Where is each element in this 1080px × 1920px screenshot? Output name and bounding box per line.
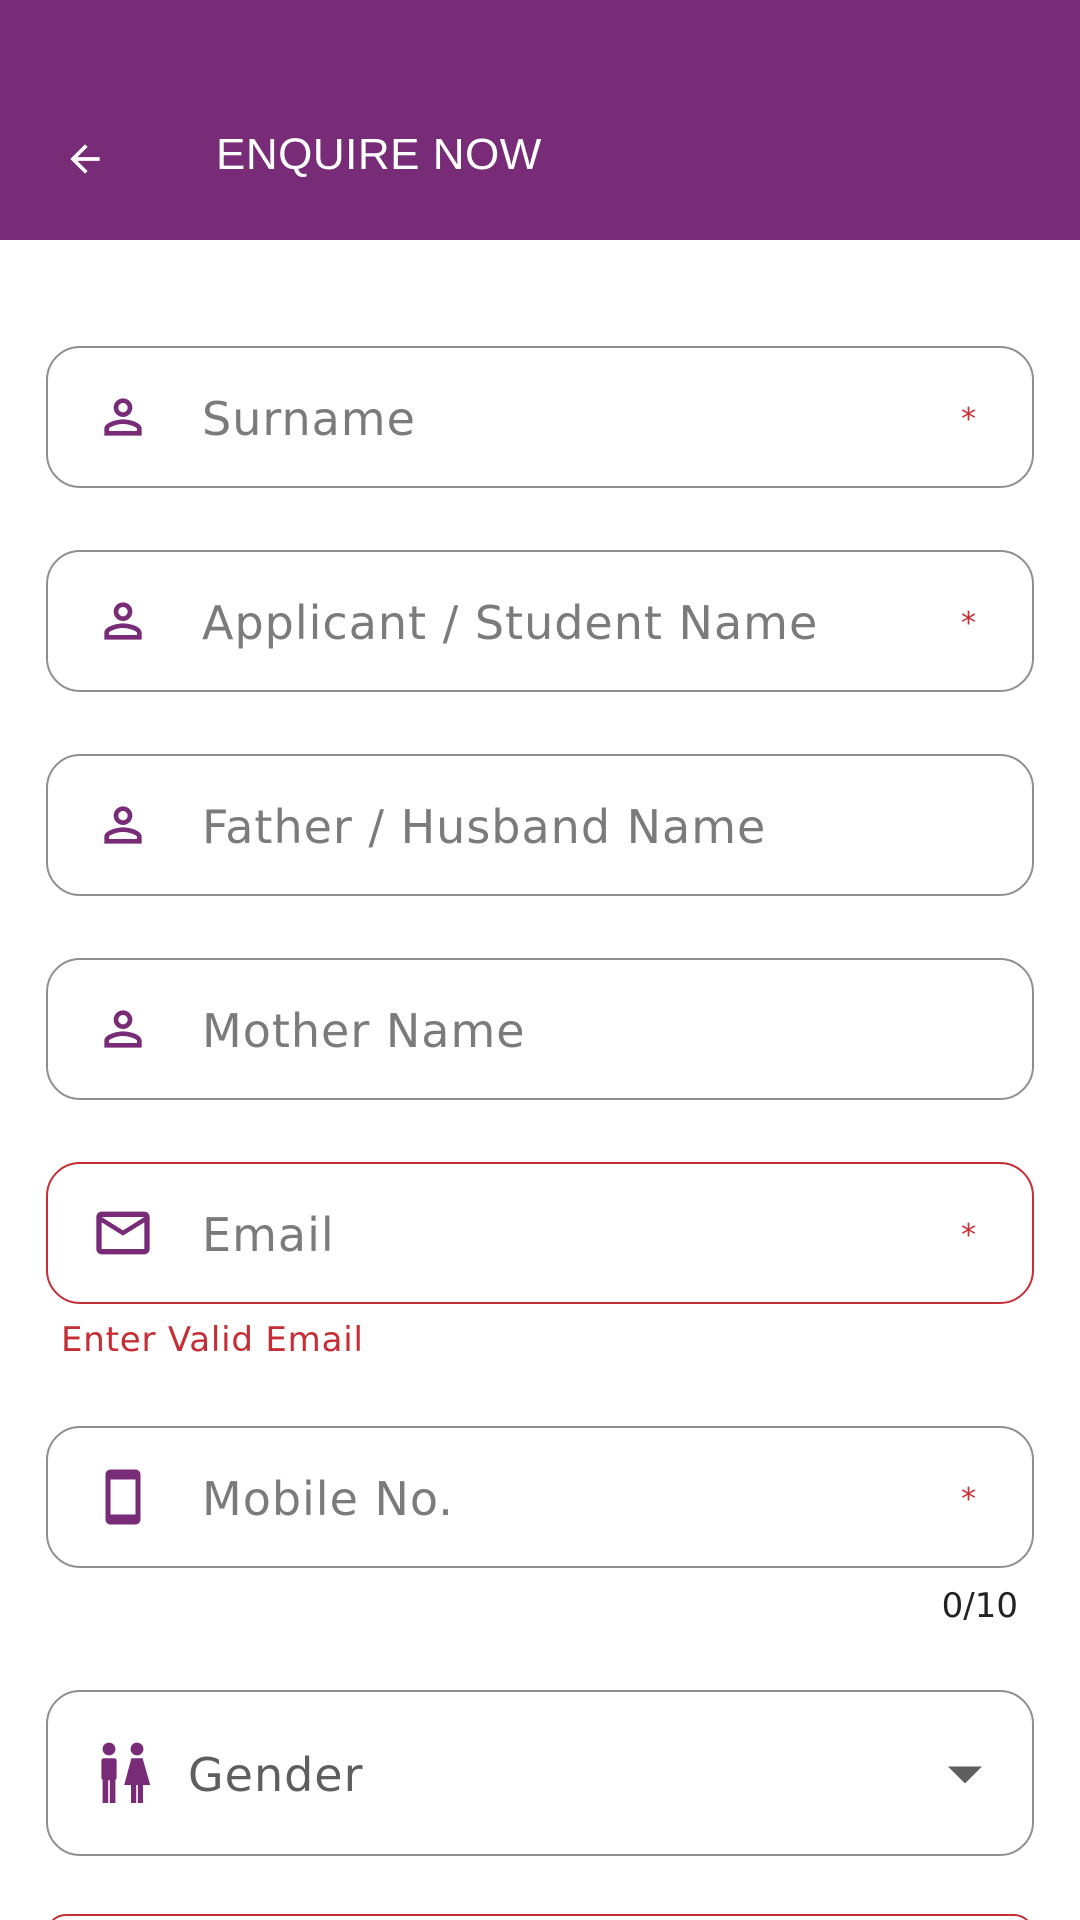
email-placeholder: Email <box>202 1208 335 1262</box>
surname-field[interactable]: Surname * <box>46 346 1034 488</box>
person-icon <box>90 384 156 450</box>
page-title: ENQUIRE NOW <box>216 130 542 179</box>
gender-dropdown[interactable]: Gender <box>46 1690 1034 1856</box>
required-mark: * <box>961 402 976 437</box>
back-button[interactable] <box>50 124 120 194</box>
email-error-text: Enter Valid Email <box>61 1320 364 1360</box>
person-icon <box>90 792 156 858</box>
applicant-name-field[interactable]: Applicant / Student Name * <box>46 550 1034 692</box>
gender-icon <box>90 1740 156 1806</box>
father-name-field[interactable]: Father / Husband Name <box>46 754 1034 896</box>
arrow-back-icon <box>70 144 100 174</box>
mobile-field[interactable]: Mobile No. * <box>46 1426 1034 1568</box>
required-mark: * <box>961 606 976 641</box>
person-icon <box>90 588 156 654</box>
mother-name-field[interactable]: Mother Name <box>46 958 1034 1100</box>
mail-icon <box>90 1200 156 1266</box>
person-icon <box>90 996 156 1062</box>
dropdown-arrow-icon <box>948 1766 982 1784</box>
mobile-placeholder: Mobile No. <box>202 1472 454 1526</box>
mother-name-placeholder: Mother Name <box>202 1004 526 1058</box>
surname-placeholder: Surname <box>202 392 416 446</box>
next-field-partial[interactable] <box>46 1914 1034 1920</box>
phone-icon <box>90 1464 156 1530</box>
email-field[interactable]: Email * <box>46 1162 1034 1304</box>
gender-placeholder: Gender <box>188 1748 364 1802</box>
required-mark: * <box>961 1218 976 1253</box>
required-mark: * <box>961 1482 976 1517</box>
father-name-placeholder: Father / Husband Name <box>202 800 767 854</box>
mobile-char-counter: 0/10 <box>941 1586 1018 1626</box>
app-bar: ENQUIRE NOW <box>0 0 1080 240</box>
applicant-name-placeholder: Applicant / Student Name <box>202 596 819 650</box>
